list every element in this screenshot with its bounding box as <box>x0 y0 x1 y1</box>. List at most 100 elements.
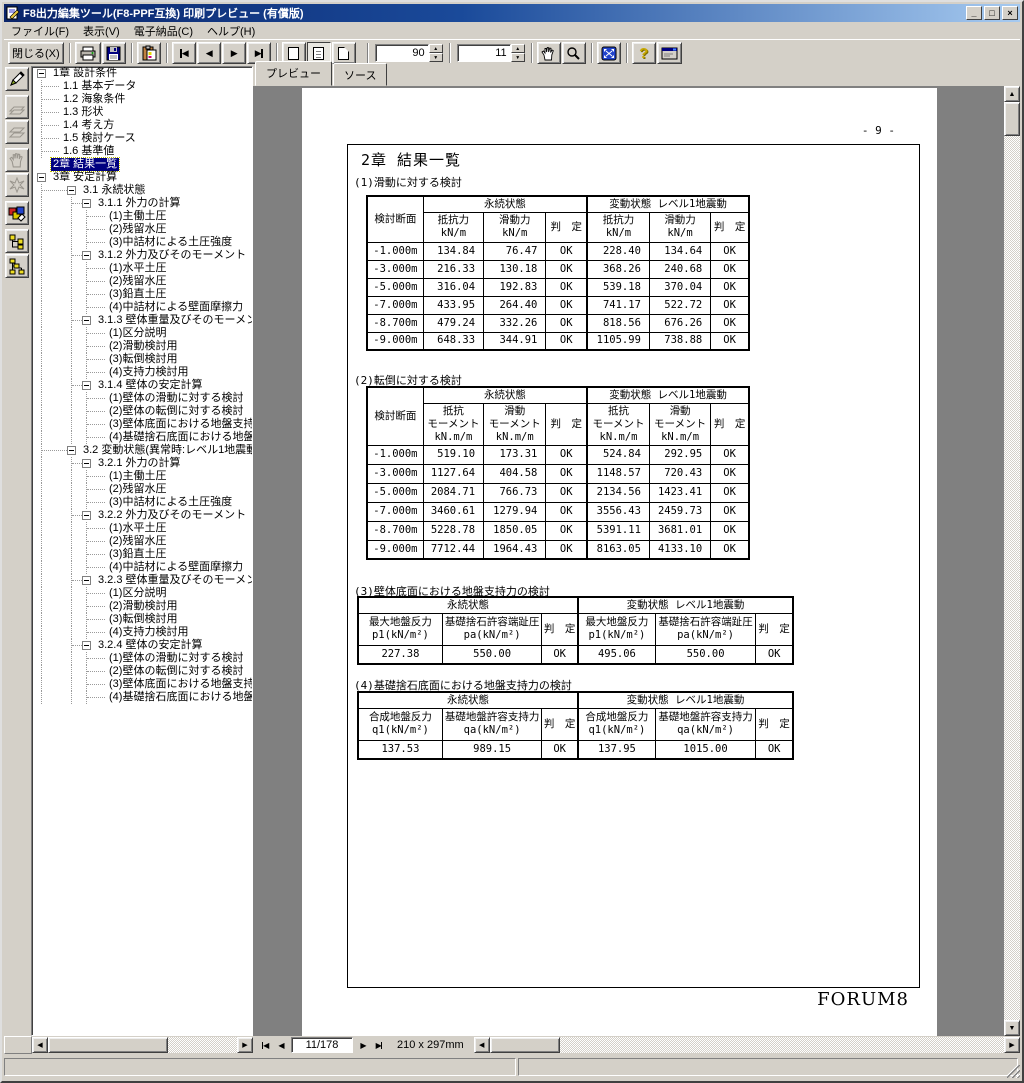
tree-item-label[interactable]: (2)壁体の転倒に対する検討 <box>107 665 245 678</box>
tree-item[interactable]: (3)壁体底面における地盤支持力 <box>32 678 252 691</box>
tree-item-label[interactable]: 3.2.4 壁体の安定計算 <box>96 639 205 652</box>
tree-collapse-box[interactable] <box>37 173 46 182</box>
page-down-button[interactable]: ▼ <box>510 53 525 62</box>
tree-item-label[interactable]: 1.1 基本データ <box>61 80 138 93</box>
resize-grip[interactable] <box>1007 1065 1020 1078</box>
tree-item[interactable]: (2)残留水圧 <box>32 483 252 496</box>
next-page-button[interactable]: ▶ <box>221 42 246 64</box>
preview-scroll-right-button[interactable]: ▶ <box>1004 1037 1020 1053</box>
format-colors-button[interactable] <box>5 201 29 225</box>
nav-next-button[interactable]: ▶ <box>355 1038 371 1052</box>
tree-item-label[interactable]: 1.4 考え方 <box>61 119 116 132</box>
tree-item-label[interactable]: (2)滑動検討用 <box>107 600 179 613</box>
tree-item-label[interactable]: 3章 安定計算 <box>51 171 119 184</box>
page-number-input[interactable]: 11 <box>456 44 511 62</box>
tree-item-label[interactable]: 3.2.2 外力及びそのモーメント <box>96 509 248 522</box>
tree-item-label[interactable]: (1)壁体の滑動に対する検討 <box>107 392 245 405</box>
scatter-tool-button[interactable] <box>5 173 29 197</box>
tree-item-label[interactable]: (3)中詰材による土圧強度 <box>107 496 234 509</box>
close-preview-button[interactable]: 閉じる(X) <box>8 42 64 64</box>
tree-item[interactable]: (4)支持力検討用 <box>32 366 252 379</box>
tree-item-label[interactable]: 3.1.2 外力及びそのモーメント <box>96 249 248 262</box>
menu-help[interactable]: ヘルプ(H) <box>200 21 262 41</box>
tree-item[interactable]: (1)主働土圧 <box>32 210 252 223</box>
tree-item[interactable]: (2)残留水圧 <box>32 275 252 288</box>
tree-item-label[interactable]: (2)残留水圧 <box>107 483 168 496</box>
tab-preview[interactable]: プレビュー <box>255 61 332 86</box>
tree-item-label[interactable]: 1.6 基準値 <box>61 145 116 158</box>
minimize-button[interactable]: _ <box>966 6 982 20</box>
tree-item[interactable]: 1.5 検討ケース <box>32 132 252 145</box>
tree-collapse-box[interactable] <box>82 316 91 325</box>
tree-scroll-thumb[interactable] <box>48 1037 168 1053</box>
tree-item[interactable]: (3)鉛直土圧 <box>32 548 252 561</box>
tree-item[interactable]: 3.1.4 壁体の安定計算 <box>32 379 252 392</box>
tree-collapse-box[interactable] <box>67 446 76 455</box>
tree-item[interactable]: 1章 設計条件 <box>32 67 252 80</box>
tree-item[interactable]: 3.2 変動状態(異常時:レベル1地震動 <box>32 444 252 457</box>
tree-item-label[interactable]: (1)区分説明 <box>107 327 168 340</box>
tree-item[interactable]: (4)支持力検討用 <box>32 626 252 639</box>
tree-item[interactable]: (1)区分説明 <box>32 587 252 600</box>
nav-first-button[interactable]: ◀ <box>257 1038 273 1052</box>
tree-item[interactable]: (1)壁体の滑動に対する検討 <box>32 392 252 405</box>
help-button[interactable]: ? <box>631 42 656 64</box>
tree-item-label[interactable]: 1.3 形状 <box>61 106 105 119</box>
zoom-down-button[interactable]: ▼ <box>428 53 443 62</box>
tree-item[interactable]: 3.1.3 壁体重量及びそのモーメント <box>32 314 252 327</box>
tree-item[interactable]: (4)基礎捨石底面における地盤支 <box>32 691 252 704</box>
paste-format-button[interactable] <box>136 42 161 64</box>
tree-item-label[interactable]: (3)壁体底面における地盤支持力 <box>107 418 252 431</box>
tree-item[interactable]: (2)残留水圧 <box>32 535 252 548</box>
edit-mode-button[interactable] <box>5 67 29 91</box>
tree-item[interactable]: 3.2.3 壁体重量及びそのモーメント <box>32 574 252 587</box>
tree-item[interactable]: (4)中詰材による壁面摩擦力 <box>32 561 252 574</box>
tree-item-label[interactable]: 3.2 変動状態(異常時:レベル1地震動 <box>81 444 252 457</box>
tree-scroll-right-button[interactable]: ▶ <box>237 1037 253 1053</box>
tree-item-label[interactable]: (4)支持力検討用 <box>107 626 190 639</box>
tree-item[interactable]: (1)壁体の滑動に対する検討 <box>32 652 252 665</box>
first-page-button[interactable]: ◀ <box>171 42 196 64</box>
tree-item-label[interactable]: 3.2.3 壁体重量及びそのモーメント <box>96 574 252 587</box>
preview-vertical-scrollbar[interactable]: ▲ ▼ <box>1004 86 1020 1036</box>
nav-prev-button[interactable]: ◀ <box>273 1038 289 1052</box>
tree-item-label[interactable]: (4)支持力検討用 <box>107 366 190 379</box>
tree-item[interactable]: 3.2.4 壁体の安定計算 <box>32 639 252 652</box>
tree-item[interactable]: 3.1 永続状態 <box>32 184 252 197</box>
tree-item[interactable]: (2)壁体の転倒に対する検討 <box>32 665 252 678</box>
tree-item-label[interactable]: (2)滑動検討用 <box>107 340 179 353</box>
tree-item-label[interactable]: (1)主働土圧 <box>107 470 168 483</box>
tree-item[interactable]: (3)中詰材による土圧強度 <box>32 236 252 249</box>
nav-last-button[interactable]: ▶ <box>371 1038 387 1052</box>
tree-item-label[interactable]: (1)主働土圧 <box>107 210 168 223</box>
tree-scroll-left-button[interactable]: ◀ <box>32 1037 48 1053</box>
tree-item[interactable]: (1)主働土圧 <box>32 470 252 483</box>
tree-item[interactable]: (3)転倒検討用 <box>32 613 252 626</box>
tree-item[interactable]: (2)壁体の転倒に対する検討 <box>32 405 252 418</box>
maximize-button[interactable]: □ <box>984 6 1000 20</box>
tree-item[interactable]: 1.6 基準値 <box>32 145 252 158</box>
grab-page-button[interactable] <box>5 148 29 172</box>
tree-item-label[interactable]: (1)水平土圧 <box>107 522 168 535</box>
tree-collapse-box[interactable] <box>82 641 91 650</box>
zoom-input[interactable]: 90 <box>374 44 429 62</box>
tree-item[interactable]: 3.2.1 外力の計算 <box>32 457 252 470</box>
tree-item-label[interactable]: (3)壁体底面における地盤支持力 <box>107 678 252 691</box>
tree-item-label[interactable]: (2)残留水圧 <box>107 535 168 548</box>
tree-item-label[interactable]: (3)鉛直土圧 <box>107 288 168 301</box>
about-button[interactable] <box>656 42 682 64</box>
tree-item-label[interactable]: (1)区分説明 <box>107 587 168 600</box>
tree-item-label[interactable]: 1章 設計条件 <box>51 67 119 80</box>
tree-item[interactable]: (1)水平土圧 <box>32 262 252 275</box>
tree-item-label[interactable]: 3.1.4 壁体の安定計算 <box>96 379 205 392</box>
tree-item[interactable]: 1.2 海象条件 <box>32 93 252 106</box>
tree-item-label[interactable]: 1.2 海象条件 <box>61 93 127 106</box>
tree-item-label[interactable]: (4)基礎捨石底面における地盤支 <box>107 691 252 704</box>
preview-scroll-left-button[interactable]: ◀ <box>473 1037 490 1053</box>
tree-item[interactable]: (2)滑動検討用 <box>32 340 252 353</box>
fit-page-button[interactable] <box>596 42 621 64</box>
tree-item-label[interactable]: (4)中詰材による壁面摩擦力 <box>107 301 245 314</box>
tree-collapse-box[interactable] <box>37 69 46 78</box>
page-up-button[interactable]: ▲ <box>510 44 525 53</box>
tree-item-label[interactable]: (2)壁体の転倒に対する検討 <box>107 405 245 418</box>
